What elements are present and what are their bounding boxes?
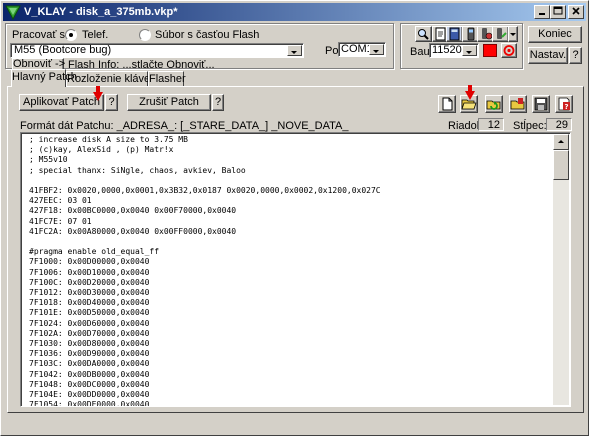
- calculator-icon: [449, 27, 460, 41]
- port-select[interactable]: COM1: [338, 42, 386, 57]
- red-arrow-annotation: [465, 85, 475, 100]
- status-indicator: [483, 44, 497, 57]
- col-value-box: 29: [546, 118, 572, 131]
- port-select-value: COM1: [341, 43, 373, 55]
- radio-flash-file[interactable]: [139, 29, 151, 41]
- app-logo-icon: [5, 5, 21, 20]
- radio-phone[interactable]: [65, 29, 77, 41]
- apply-patch-button[interactable]: Aplikovať Patch: [19, 94, 104, 111]
- row-value-box: 12: [478, 118, 504, 131]
- mode-label: Pracovať s:: [12, 29, 69, 41]
- row-value: 12: [487, 119, 500, 131]
- model-select-value: M55 (Bootcore bug): [14, 44, 112, 56]
- scroll-up-button[interactable]: [553, 134, 569, 150]
- close-button[interactable]: [568, 5, 584, 19]
- maximize-icon: [553, 6, 563, 15]
- settings-help-button[interactable]: ?: [569, 47, 582, 64]
- tab-keyboard-layout[interactable]: Rozloženie klávesnice: [66, 71, 176, 86]
- tools-dropdown[interactable]: [508, 26, 518, 42]
- close-icon: [572, 7, 580, 15]
- save-file-button[interactable]: [532, 95, 550, 113]
- radio-phone-label[interactable]: Telef.: [82, 29, 108, 41]
- radio-flash-file-label[interactable]: Súbor s časťou Flash: [155, 29, 259, 41]
- col-label: Stĺpec:: [513, 120, 547, 132]
- minimize-icon: [539, 13, 545, 15]
- main-window: V_KLAY - disk_a_375mb.vkp* Pracovať s: T…: [0, 0, 589, 436]
- window-title: V_KLAY - disk_a_375mb.vkp*: [24, 6, 178, 18]
- help-document-icon: ?: [558, 97, 570, 111]
- col-value: 29: [555, 119, 568, 131]
- tab-main-patch[interactable]: Hlavný Patch: [11, 69, 77, 87]
- phone-icon: [467, 27, 475, 41]
- settings-button[interactable]: Nastav.: [528, 47, 568, 64]
- minimize-button[interactable]: [534, 5, 550, 19]
- chevron-up-icon: [558, 140, 564, 143]
- tool-button-3[interactable]: [446, 26, 463, 42]
- tool-button-6[interactable]: [492, 26, 509, 42]
- save-icon: [534, 97, 548, 111]
- red-arrow-annotation: [93, 86, 103, 101]
- chevron-down-icon[interactable]: [462, 45, 477, 56]
- title-bar[interactable]: V_KLAY - disk_a_375mb.vkp*: [3, 3, 586, 21]
- vertical-scrollbar[interactable]: [553, 134, 569, 405]
- new-file-button[interactable]: [438, 95, 456, 113]
- chevron-down-icon[interactable]: [369, 44, 384, 55]
- undo-patch-help-button[interactable]: ?: [212, 94, 224, 111]
- baud-select[interactable]: 115200: [429, 43, 479, 58]
- flash-info-text: Flash Info: ...stlačte Obnoviť...: [68, 59, 215, 71]
- export-button[interactable]: [509, 95, 527, 113]
- stop-icon: [503, 45, 515, 56]
- tab-flasher[interactable]: Flasher: [148, 71, 186, 86]
- reload-file-button[interactable]: [485, 95, 503, 113]
- maximize-button[interactable]: [550, 5, 566, 19]
- svg-text:?: ?: [565, 103, 569, 111]
- magnifier-icon: [418, 29, 429, 40]
- reload-icon: [486, 100, 501, 110]
- format-label: Formát dát Patchu: _ADRESA_: [_STARE_DAT…: [20, 120, 349, 132]
- chevron-down-icon[interactable]: [287, 45, 302, 56]
- exit-button[interactable]: Koniec: [528, 26, 582, 43]
- phone-tools-icon: [497, 28, 507, 39]
- patch-help-button[interactable]: ?: [555, 95, 573, 113]
- new-file-icon: [442, 97, 453, 111]
- apply-patch-help-button[interactable]: ?: [105, 94, 118, 111]
- scrollbar-thumb[interactable]: [553, 150, 569, 180]
- undo-patch-button[interactable]: Zrušiť Patch: [127, 94, 211, 111]
- phone-settings-icon: [482, 28, 493, 40]
- patch-editor-text[interactable]: ; increase disk A size to 3.75 MB ; (c)k…: [29, 135, 381, 406]
- chevron-down-icon: [510, 33, 516, 36]
- stop-button[interactable]: [501, 43, 517, 58]
- tool-button-1[interactable]: [415, 26, 432, 42]
- export-icon: [510, 98, 525, 110]
- model-select[interactable]: M55 (Bootcore bug): [10, 43, 304, 58]
- patch-editor[interactable]: ; increase disk A size to 3.75 MB ; (c)k…: [20, 132, 571, 407]
